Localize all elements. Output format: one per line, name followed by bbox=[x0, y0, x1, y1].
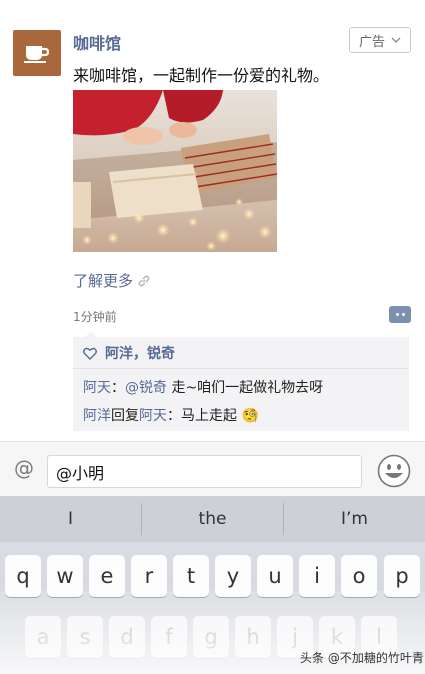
dot-icon bbox=[395, 313, 399, 316]
key-y[interactable]: y bbox=[215, 555, 251, 597]
ad-post: 咖啡馆 广告 来咖啡馆，一起制作一份爱的礼物。 了解更多 1分钟前 阿洋，锐奇 … bbox=[0, 0, 425, 440]
key-q[interactable]: q bbox=[5, 555, 41, 597]
mention[interactable]: @锐奇 bbox=[125, 380, 167, 396]
colon: ： bbox=[111, 380, 125, 396]
chevron-down-icon bbox=[391, 37, 401, 43]
reply-label: 回复 bbox=[111, 408, 139, 424]
key-w[interactable]: w bbox=[47, 555, 83, 597]
key-f[interactable]: f bbox=[151, 616, 187, 658]
comment-input-bar: @ @小明 bbox=[0, 441, 425, 496]
key-e[interactable]: e bbox=[89, 555, 125, 597]
commenter-name[interactable]: 阿洋 bbox=[83, 408, 111, 424]
suggestion-bar: I the I’m bbox=[0, 496, 425, 542]
comment-menu-button[interactable] bbox=[389, 306, 411, 323]
key-u[interactable]: u bbox=[257, 555, 293, 597]
cafe-avatar[interactable] bbox=[13, 30, 61, 76]
reply-target[interactable]: 阿天 bbox=[139, 408, 167, 424]
colon: ： bbox=[167, 408, 181, 424]
likes-comments-box: 阿洋，锐奇 阿天：@锐奇 走~咱们一起做礼物去呀 阿洋回复阿天：马上走起 🧐 bbox=[73, 331, 409, 431]
key-a[interactable]: a bbox=[25, 616, 61, 658]
at-mention-button[interactable]: @ bbox=[14, 456, 34, 480]
ad-badge[interactable]: 广告 bbox=[349, 27, 411, 53]
key-h[interactable]: h bbox=[235, 616, 271, 658]
key-s[interactable]: s bbox=[67, 616, 103, 658]
key-r[interactable]: r bbox=[131, 555, 167, 597]
post-timestamp: 1分钟前 bbox=[73, 310, 117, 324]
comment-input[interactable]: @小明 bbox=[47, 455, 362, 488]
learn-more-link[interactable]: 了解更多 bbox=[73, 270, 151, 291]
comment-text: 马上走起 🧐 bbox=[181, 408, 259, 424]
divider bbox=[73, 368, 409, 369]
key-d[interactable]: d bbox=[109, 616, 145, 658]
key-o[interactable]: o bbox=[341, 555, 377, 597]
key-g[interactable]: g bbox=[193, 616, 229, 658]
suggestion-item[interactable]: the bbox=[142, 496, 283, 542]
ad-label: 广告 bbox=[358, 34, 385, 50]
post-text: 来咖啡馆，一起制作一份爱的礼物。 bbox=[73, 66, 330, 85]
commenter-name[interactable]: 阿天 bbox=[83, 380, 111, 396]
suggestion-item[interactable]: I’m bbox=[284, 496, 425, 542]
key-i[interactable]: i bbox=[299, 555, 335, 597]
keyboard: I the I’m q w e r t y u i o p a s d f g … bbox=[0, 496, 425, 674]
likes-row: 阿洋，锐奇 bbox=[83, 343, 175, 363]
likes-names[interactable]: 阿洋，锐奇 bbox=[105, 343, 175, 363]
emoji-icon[interactable] bbox=[377, 454, 411, 488]
comment-item[interactable]: 阿洋回复阿天：马上走起 🧐 bbox=[83, 405, 259, 425]
watermark: 头条 @不加糖的竹叶青 bbox=[300, 651, 424, 665]
learn-more-label: 了解更多 bbox=[73, 272, 134, 290]
comment-item[interactable]: 阿天：@锐奇 走~咱们一起做礼物去呀 bbox=[83, 377, 323, 397]
key-t[interactable]: t bbox=[173, 555, 209, 597]
heart-icon bbox=[83, 347, 97, 360]
link-icon bbox=[138, 275, 150, 286]
suggestion-item[interactable]: I bbox=[0, 496, 141, 542]
coffee-cup-icon bbox=[24, 46, 50, 63]
comment-text: 走~咱们一起做礼物去呀 bbox=[167, 380, 324, 396]
gift-wrapping-photo[interactable] bbox=[73, 90, 277, 252]
key-p[interactable]: p bbox=[384, 555, 420, 597]
dot-icon bbox=[401, 313, 405, 316]
author-name[interactable]: 咖啡馆 bbox=[73, 30, 121, 54]
